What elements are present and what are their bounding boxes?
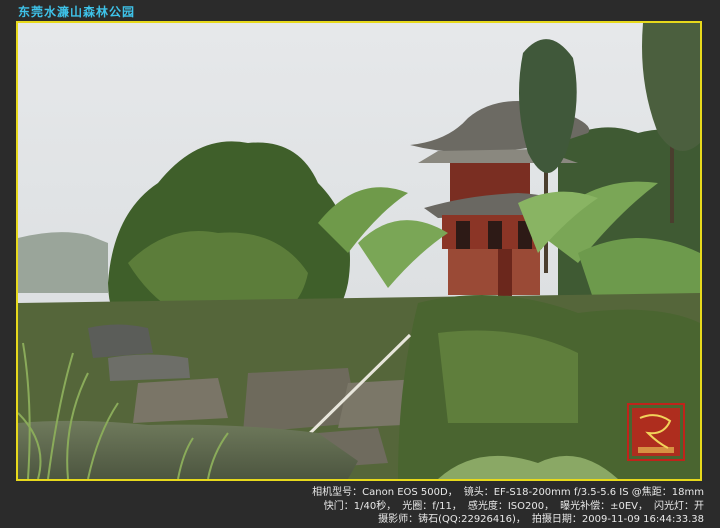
exif-iso: 感光度：ISO200， xyxy=(467,500,555,512)
exif-row-author: 摄影师：铸石(QQ:22926416)， 拍摄日期：2009-11-09 16:4… xyxy=(306,513,704,527)
photo xyxy=(16,21,702,481)
photographer-seal xyxy=(627,403,685,461)
photo-scene xyxy=(18,23,700,479)
exif-shutter: 快门：1/40秒， xyxy=(323,500,397,512)
exif-flash: 闪光灯：开 xyxy=(654,500,704,512)
exif-row-settings: 快门：1/40秒， 光圈：f/11， 感光度：ISO200， 曝光补偿：±0EV， 闪光… xyxy=(306,500,704,514)
exif-aperture: 光圈：f/11， xyxy=(402,500,462,512)
exif-ev: 曝光补偿：±0EV， xyxy=(560,500,648,512)
exif-date: 拍摄日期：2009-11-09 16:44:33.38 xyxy=(531,514,704,525)
exif-row-camera: 相机型号：Canon EOS 500D， 镜头：EF-S18-200mm f/3.… xyxy=(306,486,704,500)
exif-info: 相机型号：Canon EOS 500D， 镜头：EF-S18-200mm f/3.… xyxy=(306,486,704,527)
exif-lens: 镜头：EF-S18-200mm f/3.5-5.6 IS @焦距：18mm xyxy=(463,487,704,498)
page-title: 东莞水濂山森林公园 xyxy=(18,5,136,19)
exif-photographer: 摄影师：铸石(QQ:22926416)， xyxy=(378,514,526,525)
exif-camera: 相机型号：Canon EOS 500D， xyxy=(312,487,458,498)
